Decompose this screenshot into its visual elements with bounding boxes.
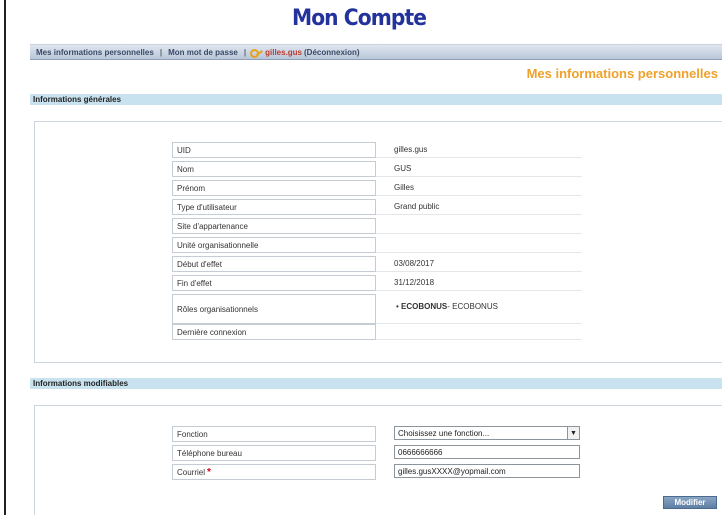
field-label: UID (172, 142, 376, 158)
required-mark: * (207, 466, 211, 478)
info-row-debut: Début d'effet 03/08/2017 (172, 256, 582, 272)
page-title: Mon Compte (291, 6, 427, 31)
nav-user-name[interactable]: gilles.gus (265, 48, 302, 57)
field-value (376, 324, 582, 340)
courriel-label: Courriel (177, 467, 206, 477)
logout-link[interactable]: (Déconnexion) (304, 48, 360, 57)
key-icon (250, 47, 262, 58)
section-header-editable: Informations modifiables (30, 378, 722, 389)
select-value: Choisissez une fonction... (398, 428, 490, 438)
nav-bar: Mes informations personnelles | Mon mot … (30, 44, 722, 60)
field-value: 31/12/2018 (376, 275, 582, 291)
info-row-prenom: Prénom Gilles (172, 180, 582, 196)
telephone-input[interactable]: 0666666666 (394, 445, 580, 459)
field-label: Dernière connexion (172, 324, 376, 340)
field-label: Courriel * (172, 464, 376, 480)
field-label: Rôles organisationnels (172, 294, 376, 324)
modifier-button[interactable]: Modifier (663, 496, 717, 509)
info-row-type: Type d'utilisateur Grand public (172, 199, 582, 215)
field-value: Gilles (376, 180, 582, 196)
courriel-input[interactable]: gilles.gusXXXX@yopmail.com (394, 464, 580, 478)
field-label: Fonction (172, 426, 376, 442)
edit-row-fonction: Fonction Choisissez une fonction... ▼ (172, 426, 580, 442)
field-value: GUS (376, 161, 582, 177)
field-value: 03/08/2017 (376, 256, 582, 272)
field-label: Nom (172, 161, 376, 177)
role-description: - ECOBONUS (447, 302, 498, 311)
nav-separator: | (243, 47, 247, 57)
field-label: Type d'utilisateur (172, 199, 376, 215)
field-value (376, 218, 582, 234)
info-row-unite: Unité organisationnelle (172, 237, 582, 253)
nav-link-password[interactable]: Mon mot de passe (162, 48, 244, 57)
page-subtitle: Mes informations personnelles (526, 66, 718, 81)
field-label: Début d'effet (172, 256, 376, 272)
field-label: Fin d'effet (172, 275, 376, 291)
nav-link-personal-info[interactable]: Mes informations personnelles (30, 48, 160, 57)
roles-value: • ECOBONUS - ECOBONUS (376, 294, 582, 324)
fonction-select[interactable]: Choisissez une fonction... ▼ (394, 426, 580, 440)
edit-row-telephone: Téléphone bureau 0666666666 (172, 445, 580, 461)
field-label: Site d'appartenance (172, 218, 376, 234)
field-value: Grand public (376, 199, 582, 215)
field-label: Unité organisationnelle (172, 237, 376, 253)
field-value: gilles.gus (376, 142, 582, 158)
info-row-fin: Fin d'effet 31/12/2018 (172, 275, 582, 291)
info-row-derniere-connexion: Dernière connexion (172, 324, 582, 340)
edit-row-courriel: Courriel * gilles.gusXXXX@yopmail.com (172, 464, 580, 480)
info-row-site: Site d'appartenance (172, 218, 582, 234)
dropdown-arrow-icon[interactable]: ▼ (567, 427, 579, 439)
field-value (376, 237, 582, 253)
field-label: Téléphone bureau (172, 445, 376, 461)
role-name: ECOBONUS (401, 302, 448, 311)
section-header-general: Informations générales (30, 94, 722, 105)
info-row-roles: Rôles organisationnels • ECOBONUS - ECOB… (172, 294, 582, 324)
field-label: Prénom (172, 180, 376, 196)
info-row-uid: UID gilles.gus (172, 142, 582, 158)
info-row-nom: Nom GUS (172, 161, 582, 177)
